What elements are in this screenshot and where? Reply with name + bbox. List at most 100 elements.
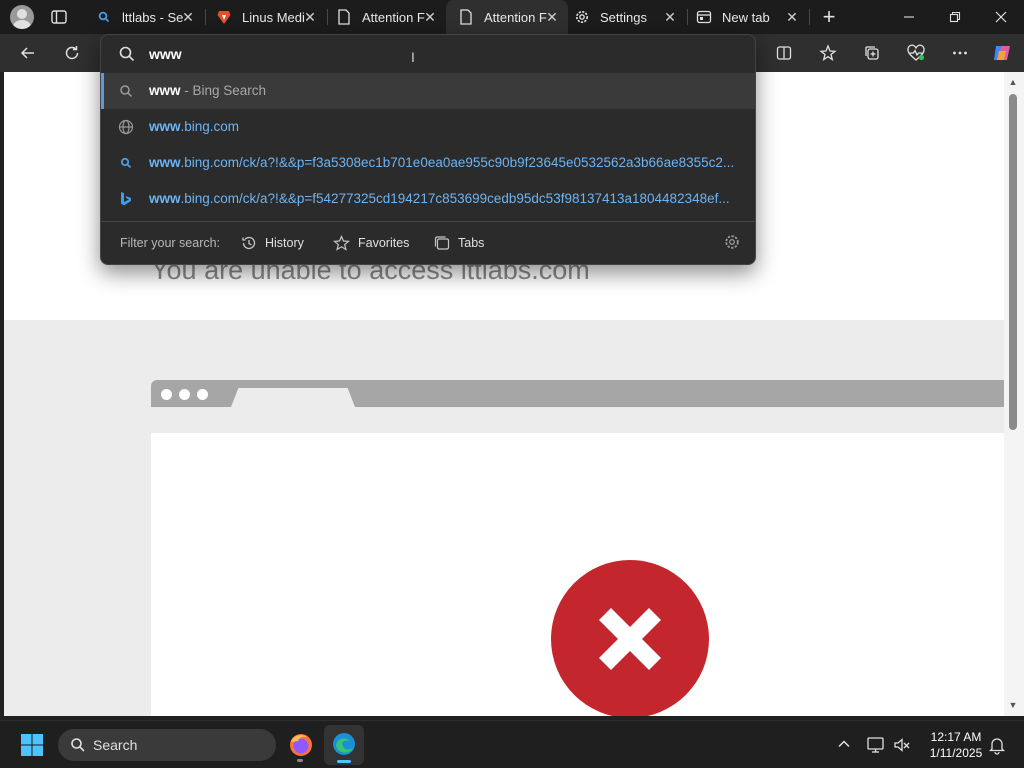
new-tab-button[interactable]: + xyxy=(816,4,842,30)
show-hidden-icons-button[interactable] xyxy=(836,736,854,754)
tab-close-button[interactable]: ✕ xyxy=(422,9,438,25)
gear-icon xyxy=(574,9,590,25)
firefox-icon xyxy=(290,734,312,756)
notifications-button[interactable] xyxy=(988,735,1006,755)
collections-button[interactable] xyxy=(856,38,888,68)
filter-label: Filter your search: xyxy=(120,236,221,250)
brave-icon xyxy=(216,9,232,25)
error-x-icon xyxy=(551,560,709,716)
gear-icon xyxy=(725,235,739,249)
tab-attention-2-active[interactable]: Attention F ✕ xyxy=(446,0,568,34)
favorites-button[interactable] xyxy=(812,38,844,68)
profile-avatar[interactable] xyxy=(10,5,34,29)
address-input[interactable] xyxy=(149,44,709,64)
chevron-up-icon xyxy=(838,740,850,748)
close-icon xyxy=(995,11,1007,23)
refresh-button[interactable] xyxy=(56,38,88,68)
edge-icon xyxy=(333,733,355,755)
taskbar-search[interactable]: Search xyxy=(58,729,276,761)
filter-favorites-label: Favorites xyxy=(358,236,410,250)
search-settings-button[interactable] xyxy=(723,233,743,253)
vertical-tabs-button[interactable] xyxy=(50,8,68,26)
tab-close-button[interactable]: ✕ xyxy=(180,9,196,25)
restore-icon xyxy=(949,11,961,23)
suggestion-url-bold: www xyxy=(149,155,181,170)
close-window-button[interactable] xyxy=(978,0,1024,34)
start-button[interactable] xyxy=(20,733,44,757)
settings-more-button[interactable] xyxy=(944,38,976,68)
tab-title: lttlabs - Se xyxy=(122,9,184,25)
back-button[interactable] xyxy=(12,38,44,68)
clock-time: 12:17 AM xyxy=(930,730,982,744)
illustration-dot xyxy=(161,389,172,400)
split-screen-icon xyxy=(776,46,792,60)
suggestion-bing-link-2[interactable]: www.bing.com/ck/a?!&&p=f54277325cd194217… xyxy=(101,181,755,217)
filter-tabs-button[interactable]: Tabs xyxy=(434,232,484,254)
tab-settings[interactable]: Settings ✕ xyxy=(562,0,686,34)
tab-close-button[interactable]: ✕ xyxy=(784,9,800,25)
tab-title: Attention F xyxy=(484,9,547,25)
filter-favorites-button[interactable]: Favorites xyxy=(333,232,409,254)
search-icon xyxy=(71,738,85,752)
suggestion-url-rest: .bing.com/ck/a?!&&p=f54277325cd194217c85… xyxy=(180,191,730,206)
tab-attention-1[interactable]: Attention F ✕ xyxy=(324,0,446,34)
filter-history-button[interactable]: History xyxy=(241,232,304,254)
illustration-dot xyxy=(179,389,190,400)
scroll-down-arrow-icon[interactable]: ▼ xyxy=(1008,700,1018,710)
bing-search-icon xyxy=(118,155,134,171)
search-icon xyxy=(118,83,134,99)
bell-icon xyxy=(988,738,1006,755)
suggestion-query-rest: - Bing Search xyxy=(180,83,267,98)
suggestion-bing-link-1[interactable]: www.bing.com/ck/a?!&&p=f3a5308ec1b701e0e… xyxy=(101,145,755,181)
taskbar: Search 12:17 AM 1/11/2025 xyxy=(0,720,1024,768)
suggestion-bing-search[interactable]: www - Bing Search xyxy=(101,73,755,109)
network-status[interactable] xyxy=(866,735,886,755)
suggestion-url-bold: www xyxy=(149,119,181,134)
copilot-button[interactable] xyxy=(986,38,1018,68)
browser-essentials-button[interactable] xyxy=(900,38,932,68)
tab-separator xyxy=(809,9,810,25)
address-bar: I xyxy=(101,35,755,73)
split-screen-button[interactable] xyxy=(768,38,800,68)
vertical-tabs-icon xyxy=(51,10,67,24)
filter-history-label: History xyxy=(265,236,304,250)
volume-muted-icon xyxy=(894,738,910,752)
tab-title: Settings xyxy=(600,9,647,25)
tab-close-button[interactable]: ✕ xyxy=(302,9,318,25)
suggestion-www-bing-com[interactable]: www.bing.com xyxy=(101,109,755,145)
suggestion-url-bold: www xyxy=(149,191,181,206)
clock-date: 1/11/2025 xyxy=(929,746,983,760)
tab-title: Linus Medi xyxy=(242,9,305,25)
page-icon xyxy=(336,9,352,25)
tab-new-tab[interactable]: New tab ✕ xyxy=(684,0,808,34)
tab-title: Attention F xyxy=(362,9,425,25)
tab-linus-media[interactable]: Linus Medi ✕ xyxy=(204,0,326,34)
tab-lttlabs-search[interactable]: lttlabs - Se ✕ xyxy=(84,0,204,34)
more-dots-icon xyxy=(953,51,967,55)
favorites-star-icon xyxy=(819,44,837,61)
taskbar-firefox[interactable] xyxy=(286,729,316,762)
suggestion-query-bold: www xyxy=(149,83,181,98)
suggestion-url-rest: .bing.com/ck/a?!&&p=f3a5308ec1b701e0ea0a… xyxy=(180,155,735,170)
volume-status[interactable] xyxy=(892,735,912,755)
page-scrollbar[interactable]: ▲ ▼ xyxy=(1004,72,1024,716)
refresh-icon xyxy=(65,46,79,60)
taskbar-edge[interactable] xyxy=(324,725,364,765)
taskbar-search-placeholder: Search xyxy=(93,737,138,753)
restore-button[interactable] xyxy=(932,0,978,34)
search-icon xyxy=(119,46,135,62)
bing-search-icon xyxy=(96,9,112,25)
star-icon xyxy=(333,235,350,251)
minimize-icon xyxy=(904,16,914,18)
tab-title: New tab xyxy=(722,9,770,25)
minimize-button[interactable] xyxy=(886,0,932,34)
illustration-browser-bar xyxy=(151,380,1004,407)
scroll-thumb[interactable] xyxy=(1009,94,1017,430)
tab-close-button[interactable]: ✕ xyxy=(662,9,678,25)
heartbeat-icon xyxy=(907,44,925,61)
collections-icon xyxy=(865,46,879,60)
back-arrow-icon xyxy=(20,47,34,59)
copilot-icon xyxy=(994,46,1010,60)
tab-close-button[interactable]: ✕ xyxy=(544,9,560,25)
scroll-up-arrow-icon[interactable]: ▲ xyxy=(1008,77,1018,87)
